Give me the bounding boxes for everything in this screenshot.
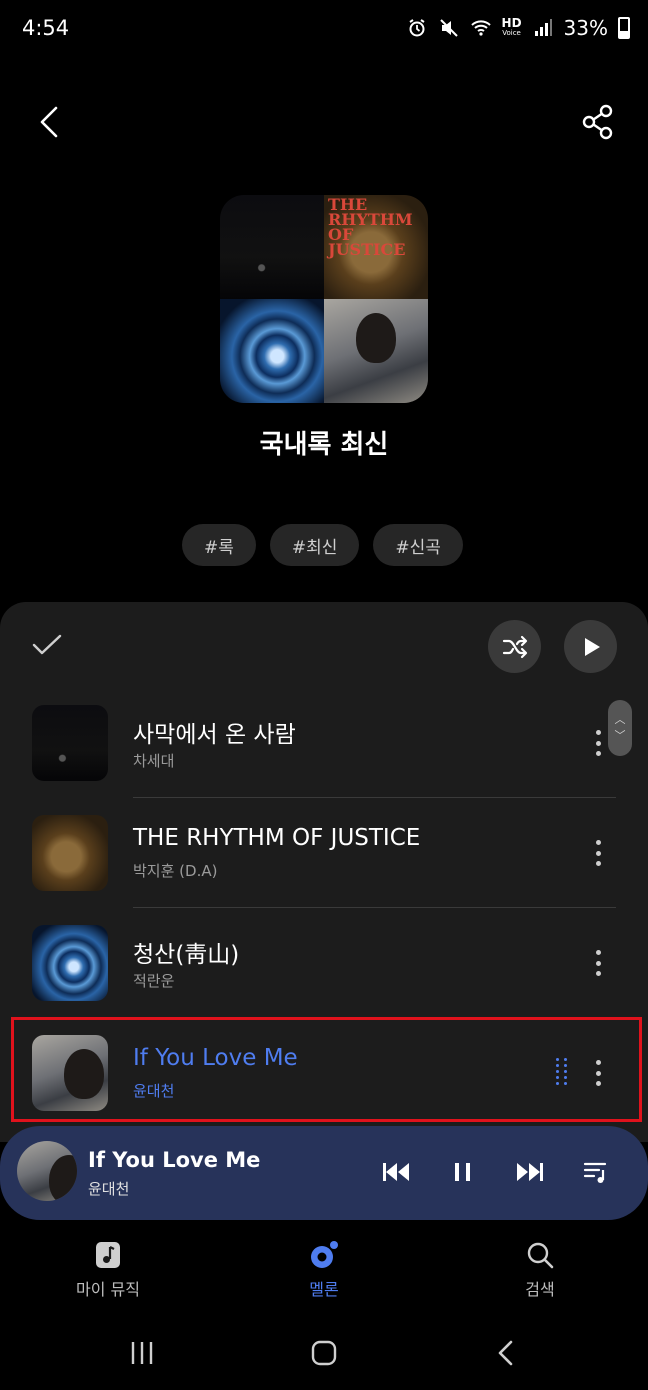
check-icon <box>32 634 62 655</box>
song-thumbnail <box>32 925 108 1001</box>
battery-percent: 33% <box>563 16 608 40</box>
select-button[interactable] <box>30 628 64 662</box>
home-button[interactable] <box>304 1336 344 1370</box>
song-artist: 박지훈 (D.A) <box>133 862 218 880</box>
back-icon <box>498 1340 513 1366</box>
song-artist: 차세대 <box>133 752 175 770</box>
playlist-title: 국내록 최신 <box>259 430 389 460</box>
queue-button[interactable] <box>578 1154 614 1190</box>
album-art-3 <box>220 299 324 403</box>
system-back-button[interactable] <box>486 1336 526 1370</box>
mute-icon <box>438 17 460 39</box>
tag-chip[interactable]: #최신 <box>269 524 360 566</box>
more-vertical-icon <box>595 730 601 735</box>
nav-search[interactable]: 검색 <box>470 1222 610 1312</box>
wifi-icon <box>470 17 492 39</box>
queue-music-icon <box>583 1162 607 1183</box>
share-button[interactable] <box>576 100 620 144</box>
home-icon <box>311 1340 337 1366</box>
playlist-cover: THE RHYTHM OF JUSTICE <box>220 195 428 403</box>
previous-button[interactable] <box>378 1154 414 1190</box>
more-vertical-icon <box>595 840 601 845</box>
search-icon <box>523 1238 557 1272</box>
pause-icon <box>455 1163 470 1181</box>
mini-player-title: If You Love Me <box>88 1148 261 1172</box>
song-row[interactable]: 사막에서 온 사람 차세대 <box>0 688 648 798</box>
chevron-left-icon <box>40 106 58 138</box>
hd-voice-badge: HD Voice <box>501 16 522 37</box>
song-thumbnail <box>32 815 108 891</box>
more-vertical-icon <box>595 950 601 955</box>
nav-label: 멜론 <box>309 1280 339 1299</box>
back-button[interactable] <box>28 100 72 144</box>
recent-apps-button[interactable] <box>122 1336 162 1370</box>
album-art-1 <box>220 195 324 299</box>
tag-list: #록 #최신 #신곡 <box>182 524 463 566</box>
mini-player[interactable]: If You Love Me 윤대천 <box>0 1126 648 1220</box>
album-art-4 <box>324 299 428 403</box>
song-artist: 적란운 <box>133 972 175 990</box>
signal-icon <box>532 17 554 39</box>
tag-chip[interactable]: #신곡 <box>373 524 463 566</box>
melon-icon <box>307 1238 341 1272</box>
song-thumbnail <box>32 705 108 781</box>
more-options-button[interactable] <box>584 836 612 870</box>
selection-highlight <box>11 1017 642 1122</box>
more-options-button[interactable] <box>584 946 612 980</box>
play-all-button[interactable] <box>564 620 617 673</box>
skip-previous-icon <box>383 1163 409 1181</box>
album-art-2: THE RHYTHM OF JUSTICE <box>324 195 428 299</box>
album-art-2-text: THE RHYTHM OF JUSTICE <box>328 195 413 259</box>
play-icon <box>584 637 600 656</box>
status-bar: 4:54 HD Voice 33% <box>0 0 648 60</box>
status-time: 4:54 <box>22 16 70 40</box>
share-icon <box>582 104 613 140</box>
nav-my-music[interactable]: 마이 뮤직 <box>38 1222 178 1312</box>
nav-melon[interactable]: 멜론 <box>254 1222 394 1312</box>
shuffle-icon <box>502 635 527 658</box>
song-title: THE RHYTHM OF JUSTICE <box>133 825 421 851</box>
song-title: 청산(靑山) <box>133 942 240 968</box>
pause-button[interactable] <box>445 1154 481 1190</box>
mini-player-thumbnail <box>17 1141 77 1201</box>
nav-label: 검색 <box>525 1280 555 1299</box>
shuffle-button[interactable] <box>488 620 541 673</box>
skip-next-icon <box>517 1163 543 1181</box>
bottom-navigation: 마이 뮤직 멜론 검색 <box>0 1222 648 1312</box>
nav-label: 마이 뮤직 <box>76 1280 140 1299</box>
alarm-icon <box>406 17 428 39</box>
song-title: 사막에서 온 사람 <box>133 722 296 748</box>
status-icons: HD Voice 33% <box>406 16 630 40</box>
next-button[interactable] <box>512 1154 548 1190</box>
battery-icon <box>618 17 630 39</box>
song-row[interactable]: THE RHYTHM OF JUSTICE 박지훈 (D.A) <box>0 798 648 908</box>
song-row[interactable]: 청산(靑山) 적란운 <box>0 908 648 1018</box>
music-note-icon <box>91 1238 125 1272</box>
recent-apps-icon <box>131 1342 153 1364</box>
more-options-button[interactable] <box>584 726 612 760</box>
mini-player-artist: 윤대천 <box>88 1180 130 1198</box>
system-navigation-bar <box>0 1312 648 1390</box>
tag-chip[interactable]: #록 <box>182 524 256 566</box>
